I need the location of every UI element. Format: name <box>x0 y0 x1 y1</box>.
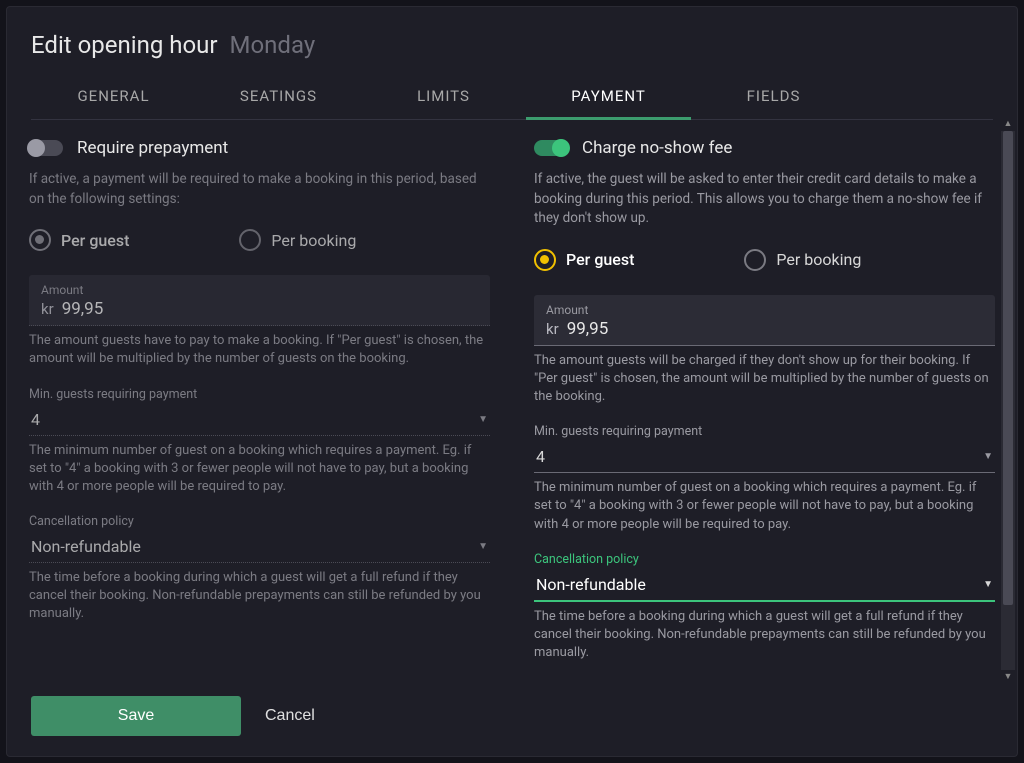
require-prepayment-switch[interactable] <box>29 140 63 156</box>
min-guests-select[interactable]: 4 ▼ <box>29 406 490 436</box>
min-guests-value: 4 <box>536 447 545 466</box>
amount-value: 99,95 <box>62 299 104 319</box>
radio-per-guest[interactable]: Per guest <box>534 249 634 271</box>
scrollbar[interactable]: ▲ ▼ <box>1001 117 1015 684</box>
amount-helper: The amount guests will be charged if the… <box>534 352 995 407</box>
cancel-policy-helper: The time before a booking during which a… <box>29 569 490 624</box>
radio-per-guest-label: Per guest <box>61 231 129 250</box>
tab-limits[interactable]: LIMITS <box>361 77 526 119</box>
radio-circle-icon <box>29 229 51 251</box>
no-show-fee-section: Charge no-show fee If active, the guest … <box>512 120 1017 680</box>
no-show-radio-group: Per guest Per booking <box>534 249 995 271</box>
no-show-description: If active, the guest will be asked to en… <box>534 170 995 229</box>
radio-circle-icon <box>744 249 766 271</box>
min-guests-label: Min. guests requiring payment <box>29 387 490 402</box>
radio-per-booking-label: Per booking <box>271 231 356 250</box>
charge-no-show-label: Charge no-show fee <box>582 138 732 158</box>
chevron-down-icon: ▼ <box>478 414 488 425</box>
scroll-down-icon[interactable]: ▼ <box>1001 670 1015 684</box>
cancel-policy-label: Cancellation policy <box>534 552 995 567</box>
cancel-policy-value: Non-refundable <box>536 575 646 594</box>
min-guests-select[interactable]: 4 ▼ <box>534 443 995 473</box>
charge-no-show-switch[interactable] <box>534 140 568 156</box>
require-prepayment-row: Require prepayment <box>29 138 490 158</box>
chevron-down-icon: ▼ <box>983 451 993 462</box>
switch-thumb-icon <box>27 139 45 157</box>
min-guests-helper: The minimum number of guest on a booking… <box>534 479 995 534</box>
cancel-button[interactable]: Cancel <box>265 707 315 725</box>
prepayment-amount-field[interactable]: Amount kr 99,95 <box>29 275 490 326</box>
prepayment-section: Require prepayment If active, a payment … <box>7 120 512 680</box>
title-row: Edit opening hour Monday <box>31 31 993 59</box>
radio-per-guest[interactable]: Per guest <box>29 229 129 251</box>
currency-prefix: kr <box>41 300 54 318</box>
scroll-up-icon[interactable]: ▲ <box>1001 117 1015 131</box>
require-prepayment-label: Require prepayment <box>77 138 228 158</box>
tab-fields[interactable]: FIELDS <box>691 77 856 119</box>
currency-prefix: kr <box>546 320 559 338</box>
save-button[interactable]: Save <box>31 696 241 736</box>
scroll-track[interactable] <box>1001 131 1015 670</box>
min-guests-helper: The minimum number of guest on a booking… <box>29 442 490 497</box>
min-guests-label: Min. guests requiring payment <box>534 424 995 439</box>
amount-value-row: kr 99,95 <box>41 297 478 319</box>
radio-circle-icon <box>239 229 261 251</box>
modal-footer: Save Cancel <box>7 680 1017 756</box>
modal-header: Edit opening hour Monday GENERAL SEATING… <box>7 7 1017 120</box>
modal-title: Edit opening hour <box>31 31 218 59</box>
tab-payment[interactable]: PAYMENT <box>526 77 691 119</box>
radio-per-booking-label: Per booking <box>776 250 861 269</box>
amount-value: 99,95 <box>567 319 609 339</box>
tab-seatings[interactable]: SEATINGS <box>196 77 361 119</box>
min-guests-value: 4 <box>31 410 40 429</box>
chevron-down-icon: ▼ <box>478 541 488 552</box>
amount-helper: The amount guests have to pay to make a … <box>29 332 490 368</box>
prepayment-radio-group: Per guest Per booking <box>29 229 490 251</box>
radio-per-booking[interactable]: Per booking <box>239 229 356 251</box>
switch-thumb-icon <box>552 139 570 157</box>
edit-opening-hour-modal: Edit opening hour Monday GENERAL SEATING… <box>6 6 1018 757</box>
cancel-policy-helper: The time before a booking during which a… <box>534 608 995 663</box>
amount-label: Amount <box>546 303 983 317</box>
tab-general[interactable]: GENERAL <box>31 77 196 119</box>
radio-circle-icon <box>534 249 556 271</box>
amount-value-row: kr 99,95 <box>546 317 983 339</box>
modal-subtitle: Monday <box>230 31 316 59</box>
cancel-policy-select[interactable]: Non-refundable ▼ <box>29 533 490 563</box>
scroll-thumb[interactable] <box>1003 131 1013 605</box>
cancel-policy-select[interactable]: Non-refundable ▼ <box>534 571 995 602</box>
prepayment-description: If active, a payment will be required to… <box>29 170 490 209</box>
radio-per-booking[interactable]: Per booking <box>744 249 861 271</box>
amount-label: Amount <box>41 283 478 297</box>
no-show-amount-field[interactable]: Amount kr 99,95 <box>534 295 995 346</box>
cancel-policy-label: Cancellation policy <box>29 514 490 529</box>
modal-body: Require prepayment If active, a payment … <box>7 120 1017 680</box>
cancel-policy-value: Non-refundable <box>31 537 141 556</box>
charge-no-show-row: Charge no-show fee <box>534 138 995 158</box>
chevron-down-icon: ▼ <box>983 579 993 590</box>
radio-per-guest-label: Per guest <box>566 250 634 269</box>
tabs: GENERAL SEATINGS LIMITS PAYMENT FIELDS <box>31 77 993 120</box>
